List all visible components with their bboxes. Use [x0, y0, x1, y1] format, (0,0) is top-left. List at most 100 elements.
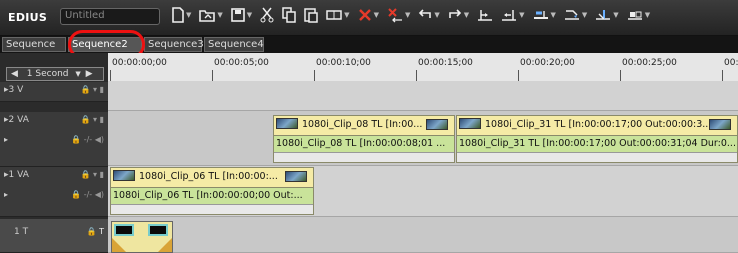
- clip-thumbnail-icon: [285, 171, 307, 182]
- tab-sequence4[interactable]: Sequence4: [204, 37, 264, 52]
- ruler-tick: [212, 70, 213, 81]
- ruler-timecode: 00:00:10;00: [316, 58, 371, 68]
- chevron-down-icon[interactable]: ▼: [374, 11, 379, 19]
- clip-video-part: 1080i_Clip_31 TL [In:00:00:17;00 Out:00:…: [457, 116, 737, 135]
- clip-1080i-clip-31[interactable]: 1080i_Clip_31 TL [In:00:00:17;00 Out:00:…: [456, 115, 738, 163]
- snap-icon: [596, 10, 611, 20]
- audio-mute-icon[interactable]: 🔒 -/- ◀): [71, 135, 104, 144]
- chevron-down-icon[interactable]: ▼: [519, 11, 524, 19]
- ruler-tick: [314, 70, 315, 81]
- chevron-down-icon[interactable]: ▼: [645, 11, 650, 19]
- add-cut-button[interactable]: ▼: [533, 7, 556, 23]
- redo-button[interactable]: ▼: [448, 7, 469, 23]
- chevron-down-icon[interactable]: ▼: [551, 11, 556, 19]
- add-cut-icon: [533, 11, 548, 19]
- track-name: ▸1 VA: [4, 170, 29, 180]
- chevron-down-icon[interactable]: ▼: [434, 11, 439, 19]
- snap-button[interactable]: ▼: [595, 7, 619, 23]
- chevron-down-icon[interactable]: ▼: [405, 11, 410, 19]
- save-button[interactable]: ▼: [230, 7, 252, 23]
- toolbar: ▼ ▼ ▼ ▼ ▼ ▼ ▼ ▼ ▼ ▼ ▼ ▼ ▼: [172, 7, 658, 23]
- track-header-1va[interactable]: ▸1 VA 🔒 ▾ ▮ ▸ 🔒 -/- ◀): [0, 167, 108, 217]
- clip-thumbnail-icon: [459, 118, 481, 129]
- clip-1080i-clip-06[interactable]: 1080i_Clip_06 TL [In:00:00:... 1080i_Cli…: [110, 167, 314, 215]
- set-in-button[interactable]: [477, 7, 493, 23]
- copy-button[interactable]: [282, 7, 296, 23]
- track-lock-icon[interactable]: 🔒 ▾ ▮: [81, 85, 104, 94]
- audio-waveform-bar: [457, 152, 737, 162]
- clip-thumbnail-icon: [709, 119, 731, 130]
- set-out-button[interactable]: ▼: [501, 7, 525, 23]
- ruler-tick: [416, 70, 417, 81]
- ruler-timecode: 00:: [724, 58, 738, 68]
- clip-audio-part: 1080i_Clip_31 TL [In:00:00:17;00 Out:00:…: [457, 135, 737, 153]
- copy-icon: [282, 7, 296, 23]
- chevron-down-icon[interactable]: ▼: [186, 11, 191, 19]
- chevron-down-icon[interactable]: ▼: [217, 11, 222, 19]
- timescale-right-icon[interactable]: ▶: [86, 69, 93, 79]
- set-in-icon: [478, 10, 493, 21]
- transition-in-icon: [112, 238, 126, 252]
- new-sequence-icon: [172, 7, 184, 23]
- audio-mute-icon[interactable]: 🔒 -/- ◀): [71, 190, 104, 199]
- track-name: 1 T: [14, 227, 29, 237]
- track-lock-icon[interactable]: 🔒 ▾ ▮: [81, 115, 104, 124]
- expand-arrow-icon[interactable]: ▸: [4, 190, 8, 199]
- clip-thumbnail-icon: [276, 118, 298, 129]
- sequence-tab-bar: Sequence Sequence2 Sequence3 Sequence4: [0, 36, 738, 53]
- undo-button[interactable]: ▼: [418, 7, 440, 23]
- cut-button[interactable]: [260, 7, 274, 23]
- cut-icon: [260, 7, 274, 23]
- tab-sequence3[interactable]: Sequence3: [144, 37, 204, 52]
- link-button[interactable]: ▼: [564, 7, 587, 23]
- link-icon: [564, 10, 579, 20]
- insert-mode-icon: [326, 10, 342, 20]
- timescale-selector[interactable]: ◀ 1 Second ▼ ▶: [6, 67, 104, 81]
- ruler-timecode: 00:00:05;00: [214, 58, 269, 68]
- track-header-2va[interactable]: ▸2 VA 🔒 ▾ ▮ ▸ 🔒 -/- ◀): [0, 112, 108, 167]
- clip-audio-part: 1080i_Clip_06 TL [In:00:00:00;00 Out:...: [111, 187, 313, 205]
- paste-icon: [304, 8, 318, 23]
- project-name-field[interactable]: Untitled: [60, 8, 160, 25]
- timeline-ruler[interactable]: 00:00:00;00 00:00:05;00 00:00:10;00 00:0…: [108, 53, 738, 81]
- track-header-1t[interactable]: 1 T 🔒 T: [0, 219, 108, 253]
- ruler-timecode: 00:00:20;00: [520, 58, 575, 68]
- clip-video-part: 1080i_Clip_06 TL [In:00:00:...: [111, 168, 313, 187]
- paste-button[interactable]: [304, 7, 318, 23]
- chevron-down-icon[interactable]: ▼: [75, 70, 80, 78]
- clip-1080i-clip-08[interactable]: 1080i_Clip_08 TL [In:00... 1080i_Clip_08…: [273, 115, 455, 163]
- track-lock-icon[interactable]: 🔒 T: [87, 227, 104, 236]
- track-name: ▸2 VA: [4, 115, 29, 125]
- new-sequence-button[interactable]: ▼: [172, 7, 191, 23]
- title-thumbnail: [114, 224, 134, 236]
- title-clip[interactable]: [111, 221, 173, 253]
- ruler-tick: [518, 70, 519, 81]
- ruler-tick: [620, 70, 621, 81]
- chevron-down-icon[interactable]: ▼: [582, 11, 587, 19]
- redo-icon: [448, 9, 461, 18]
- timescale-left-icon[interactable]: ◀: [11, 69, 18, 79]
- tab-sequence[interactable]: Sequence: [2, 37, 66, 52]
- chevron-down-icon[interactable]: ▼: [247, 11, 252, 19]
- chevron-down-icon[interactable]: ▼: [344, 11, 349, 19]
- trim-button[interactable]: ▼: [627, 7, 650, 23]
- expand-arrow-icon[interactable]: ▸: [4, 135, 8, 144]
- audio-waveform-bar: [111, 204, 313, 214]
- delete-button[interactable]: ▼: [358, 7, 379, 23]
- ripple-delete-button[interactable]: ▼: [387, 7, 410, 23]
- audio-waveform-bar: [274, 152, 454, 162]
- track-lane-3v[interactable]: [108, 81, 738, 111]
- track-header-3v[interactable]: ▸3 V 🔒 ▾ ▮: [0, 82, 108, 102]
- open-project-button[interactable]: ▼: [199, 7, 223, 23]
- chevron-down-icon[interactable]: ▼: [613, 11, 618, 19]
- title-bar: EDIUS Untitled ▼ ▼ ▼ ▼ ▼ ▼ ▼ ▼ ▼ ▼ ▼ ▼ ▼: [0, 0, 738, 36]
- track-header-panel: ◀ 1 Second ▼ ▶ ▸3 V 🔒 ▾ ▮ ▸2 VA 🔒 ▾ ▮ ▸ …: [0, 53, 108, 253]
- track-lane-1t[interactable]: [108, 217, 738, 253]
- track-name: ▸3 V: [4, 85, 24, 95]
- track-lock-icon[interactable]: 🔒 ▾ ▮: [81, 170, 104, 179]
- insert-mode-button[interactable]: ▼: [326, 7, 350, 23]
- ripple-delete-icon: [388, 8, 402, 23]
- chevron-down-icon[interactable]: ▼: [464, 11, 469, 19]
- ruler-timecode: 00:00:25;00: [622, 58, 677, 68]
- tab-sequence2[interactable]: Sequence2: [68, 37, 142, 52]
